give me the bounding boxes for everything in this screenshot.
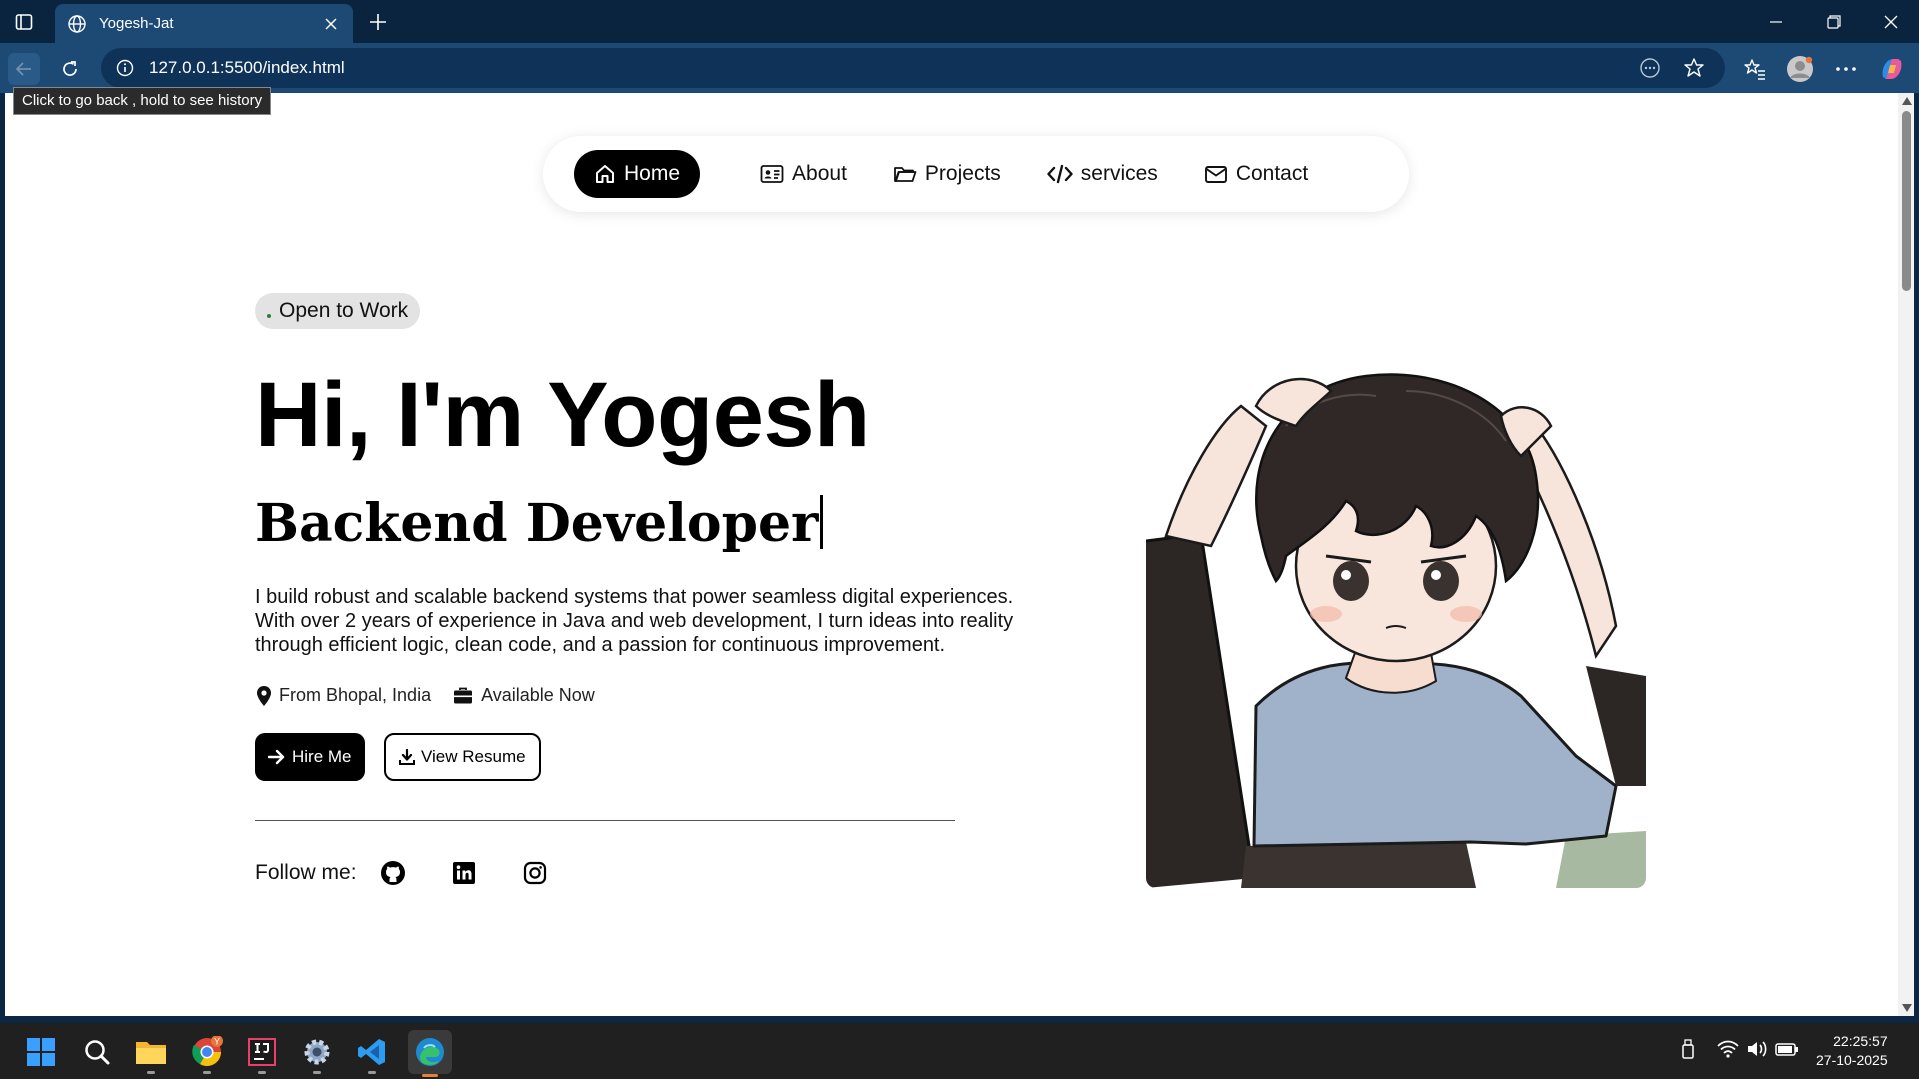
scroll-thumb[interactable] bbox=[1902, 111, 1911, 291]
clock-date: 27-10-2025 bbox=[1816, 1052, 1888, 1068]
linkedin-icon[interactable] bbox=[450, 859, 478, 887]
running-indicator bbox=[203, 1071, 211, 1074]
location: From Bhopal, India bbox=[257, 685, 431, 706]
system-clock[interactable]: 22:25:57 27-10-2025 bbox=[1816, 1032, 1888, 1070]
file-explorer-icon[interactable] bbox=[132, 1033, 170, 1074]
nav-home-label: Home bbox=[624, 162, 681, 185]
hero-meta: From Bhopal, India Available Now bbox=[257, 685, 617, 706]
settings-icon[interactable] bbox=[298, 1033, 336, 1074]
minimize-icon[interactable] bbox=[1756, 8, 1796, 36]
section-divider bbox=[255, 820, 955, 821]
instagram-icon[interactable] bbox=[521, 859, 549, 887]
running-indicator bbox=[258, 1071, 266, 1074]
page-scrollbar[interactable] bbox=[1898, 93, 1914, 1016]
site-info-icon[interactable] bbox=[115, 58, 135, 78]
code-icon bbox=[1047, 164, 1073, 184]
availability: Available Now bbox=[453, 685, 595, 706]
copilot-icon[interactable] bbox=[1878, 55, 1906, 83]
hire-me-button[interactable]: Hire Me bbox=[255, 733, 365, 781]
open-to-work-badge: Open to Work bbox=[255, 293, 421, 329]
new-tab-icon[interactable] bbox=[364, 8, 392, 36]
view-resume-label: View Resume bbox=[421, 747, 526, 766]
nav-about[interactable]: About bbox=[760, 150, 847, 198]
running-indicator bbox=[313, 1071, 321, 1074]
nav-projects[interactable]: Projects bbox=[893, 150, 1001, 198]
running-indicator bbox=[368, 1071, 376, 1074]
arrow-right-icon bbox=[268, 749, 285, 765]
folder-icon bbox=[894, 167, 917, 182]
favorites-icon[interactable] bbox=[1741, 55, 1769, 83]
hero-role: Backend Developer bbox=[255, 493, 824, 554]
globe-icon bbox=[67, 14, 87, 34]
nav-projects-label: Projects bbox=[924, 162, 1001, 185]
status-dot bbox=[267, 314, 271, 318]
id-card-icon bbox=[760, 165, 784, 183]
role-text: Backend Developer bbox=[255, 493, 819, 554]
running-indicator bbox=[147, 1071, 155, 1074]
envelope-icon bbox=[1204, 166, 1227, 183]
nav-services[interactable]: services bbox=[1047, 150, 1158, 198]
taskbar: Y 22:25:57 27-10-2025 bbox=[0, 1023, 1919, 1079]
profile-illustration bbox=[1146, 366, 1646, 888]
chrome-badge: Y bbox=[214, 1037, 220, 1047]
wifi-icon[interactable] bbox=[1716, 1037, 1740, 1061]
follow-label: Follow me: bbox=[255, 861, 357, 884]
restore-icon[interactable] bbox=[1814, 8, 1854, 36]
page-viewport: Home About Projects services Contact Ope… bbox=[5, 93, 1898, 1016]
chrome-icon[interactable]: Y bbox=[188, 1033, 226, 1074]
scroll-up-arrow[interactable] bbox=[1902, 97, 1912, 105]
hero-title: Hi, I'm Yogesh bbox=[255, 364, 870, 466]
view-resume-button[interactable]: View Resume bbox=[384, 733, 541, 781]
intellij-icon[interactable] bbox=[243, 1033, 281, 1074]
favorite-star-icon[interactable] bbox=[1681, 55, 1707, 81]
clock-time: 22:25:57 bbox=[1833, 1033, 1888, 1049]
immersive-reader-icon[interactable] bbox=[1637, 55, 1663, 81]
nav-about-label: About bbox=[792, 162, 847, 185]
availability-text: Available Now bbox=[481, 685, 595, 705]
running-indicator bbox=[422, 1074, 438, 1077]
map-pin-icon bbox=[257, 685, 271, 706]
browser-toolbar: 127.0.0.1:5500/index.html bbox=[0, 43, 1919, 93]
back-tooltip: Click to go back , hold to see history bbox=[13, 87, 272, 115]
home-icon bbox=[596, 165, 614, 183]
sidebar-toggle-icon[interactable] bbox=[12, 10, 36, 34]
url-text: 127.0.0.1:5500/index.html bbox=[149, 58, 345, 77]
browser-titlebar: Yogesh-Jat bbox=[0, 0, 1919, 43]
nav-contact-label: Contact bbox=[1235, 162, 1309, 185]
battery-icon[interactable] bbox=[1775, 1037, 1799, 1061]
hero-description: I build robust and scalable backend syst… bbox=[255, 586, 1014, 656]
typing-caret bbox=[820, 495, 824, 549]
briefcase-icon bbox=[454, 687, 473, 703]
address-bar[interactable]: 127.0.0.1:5500/index.html bbox=[101, 48, 1725, 88]
download-icon bbox=[399, 749, 415, 765]
window-close-icon[interactable] bbox=[1871, 8, 1911, 36]
github-icon[interactable] bbox=[379, 859, 407, 887]
scroll-down-arrow[interactable] bbox=[1902, 1004, 1912, 1012]
tab-title: Yogesh-Jat bbox=[99, 15, 174, 32]
windows-start-icon[interactable] bbox=[22, 1033, 60, 1071]
nav-contact[interactable]: Contact bbox=[1204, 150, 1308, 198]
volume-icon[interactable] bbox=[1745, 1037, 1769, 1061]
tab-close-icon[interactable] bbox=[321, 14, 341, 34]
search-icon[interactable] bbox=[78, 1033, 116, 1071]
browser-tab[interactable]: Yogesh-Jat bbox=[55, 4, 353, 43]
location-text: From Bhopal, India bbox=[279, 685, 432, 705]
site-navbar: Home About Projects services Contact bbox=[543, 136, 1409, 212]
usb-icon[interactable] bbox=[1676, 1037, 1700, 1061]
nav-services-label: services bbox=[1080, 162, 1158, 185]
vscode-icon[interactable] bbox=[353, 1033, 391, 1074]
edge-icon[interactable] bbox=[408, 1030, 452, 1077]
more-options-icon[interactable] bbox=[1832, 55, 1860, 83]
badge-label: Open to Work bbox=[279, 299, 409, 322]
refresh-button[interactable] bbox=[54, 53, 86, 85]
back-button[interactable] bbox=[8, 53, 40, 85]
profile-avatar[interactable] bbox=[1786, 55, 1814, 83]
hire-me-label: Hire Me bbox=[292, 747, 352, 766]
nav-home[interactable]: Home bbox=[574, 150, 701, 198]
follow-row: Follow me: bbox=[255, 859, 592, 887]
